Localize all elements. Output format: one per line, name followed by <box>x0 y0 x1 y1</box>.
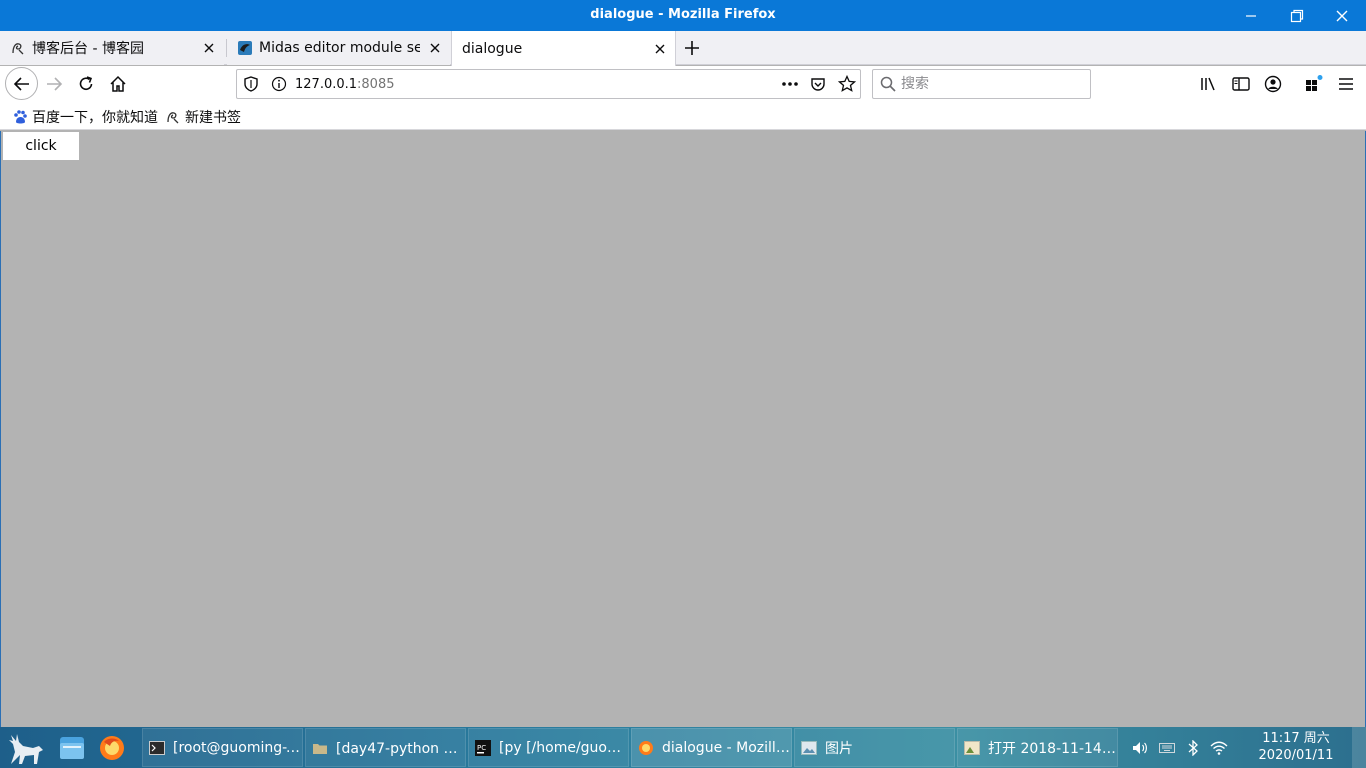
taskbar-task-image-viewer[interactable]: 打开 2018-11-14 1… <box>957 728 1118 767</box>
search-bar[interactable] <box>872 69 1091 99</box>
cnblogs-icon <box>10 40 26 56</box>
account-icon[interactable] <box>1263 75 1283 93</box>
window-titlebar: dialogue - Mozilla Firefox <box>0 0 1366 31</box>
plus-icon <box>685 41 699 55</box>
page-actions-icon[interactable] <box>781 76 799 92</box>
bookmark-star-icon[interactable] <box>838 75 856 93</box>
wifi-icon[interactable] <box>1210 739 1228 757</box>
info-icon[interactable] <box>271 76 287 92</box>
baidu-paw-icon <box>12 109 28 125</box>
forward-arrow-icon <box>47 77 63 91</box>
cnblogs-icon <box>165 109 181 125</box>
hamburger-menu-icon[interactable] <box>1337 75 1355 93</box>
tab-strip: 博客后台 - 博客园 Midas editor module security … <box>0 31 1366 66</box>
tab-dialogue[interactable]: dialogue <box>451 31 676 66</box>
minimize-icon <box>1246 15 1256 17</box>
clock-time: 11:17 周六 <box>1262 731 1330 746</box>
new-tab-button[interactable] <box>680 36 704 60</box>
task-label: [day47-python 全栈… <box>336 740 465 757</box>
sidebar-icon[interactable] <box>1231 75 1251 93</box>
search-input[interactable] <box>901 75 1081 93</box>
tab-close-icon[interactable] <box>200 39 218 57</box>
firefox-icon <box>638 740 654 756</box>
folder-icon <box>312 740 328 756</box>
pocket-icon[interactable] <box>810 76 826 92</box>
back-arrow-icon <box>13 76 29 91</box>
forward-button[interactable] <box>39 69 69 99</box>
pycharm-icon: PC <box>475 739 491 756</box>
reload-icon <box>79 76 93 90</box>
tab-label: Midas editor module security <box>259 40 420 56</box>
firefox-icon <box>100 736 124 760</box>
home-icon <box>110 75 126 92</box>
tracking-shield-icon[interactable] <box>243 76 259 92</box>
svg-text:PC: PC <box>477 744 486 752</box>
url-bar[interactable]: 127.0.0.1:8085 <box>236 69 861 99</box>
search-icon <box>880 76 896 92</box>
click-button[interactable]: click <box>3 132 79 160</box>
task-label: 打开 2018-11-14 1… <box>988 740 1117 757</box>
start-menu-button[interactable] <box>6 729 46 767</box>
file-manager-launcher[interactable] <box>55 731 89 765</box>
midas-icon <box>237 40 253 56</box>
clock-date: 2020/01/11 <box>1258 748 1334 763</box>
task-label: 图片 <box>825 740 853 757</box>
url-port: :8085 <box>357 77 395 92</box>
tab-label: dialogue <box>462 40 523 57</box>
restore-icon <box>1290 9 1304 23</box>
bookmark-label: 百度一下，你就知道 <box>32 110 158 126</box>
tab-close-icon[interactable] <box>651 40 669 58</box>
keyboard-icon[interactable] <box>1158 739 1176 757</box>
restore-button[interactable] <box>1286 5 1308 27</box>
tab-midas[interactable]: Midas editor module security <box>227 31 450 65</box>
deer-logo-icon <box>9 734 43 764</box>
taskbar-task-terminal[interactable]: [root@guoming-Th… <box>142 728 303 767</box>
close-icon <box>1336 10 1348 22</box>
task-label: dialogue - Mozilla … <box>662 739 791 756</box>
reload-button[interactable] <box>71 69 101 99</box>
extensions-icon[interactable] <box>1304 74 1324 94</box>
task-label: [root@guoming-Th… <box>173 739 302 756</box>
volume-icon[interactable] <box>1131 739 1149 757</box>
file-manager-icon <box>60 737 84 759</box>
navigation-toolbar: 127.0.0.1:8085 <box>0 66 1366 102</box>
taskbar-task-firefox[interactable]: dialogue - Mozilla … <box>631 728 792 767</box>
tab-close-icon[interactable] <box>426 39 444 57</box>
bookmarks-toolbar: 百度一下，你就知道 新建书签 <box>0 102 1366 130</box>
url-host: 127.0.0.1 <box>295 77 358 92</box>
tab-cnblogs[interactable]: 博客后台 - 博客园 <box>0 31 224 65</box>
back-button[interactable] <box>5 67 38 100</box>
bookmark-baidu[interactable]: 百度一下，你就知道 <box>12 107 158 127</box>
bluetooth-icon[interactable] <box>1184 739 1202 757</box>
taskbar-task-folder[interactable]: [day47-python 全栈… <box>305 728 466 767</box>
taskbar-task-pycharm[interactable]: PC [py [/home/guomin… <box>468 728 629 767</box>
taskbar-clock[interactable]: 11:17 周六 2020/01/11 <box>1252 730 1340 764</box>
image-viewer-icon <box>964 740 980 756</box>
terminal-icon <box>149 740 165 756</box>
home-button[interactable] <box>103 69 133 99</box>
bookmark-label: 新建书签 <box>185 110 241 126</box>
url-text[interactable]: 127.0.0.1:8085 <box>295 77 395 92</box>
minimize-button[interactable] <box>1240 5 1262 27</box>
window-title: dialogue - Mozilla Firefox <box>590 7 776 22</box>
close-window-button[interactable] <box>1331 5 1353 27</box>
library-icon[interactable] <box>1199 75 1219 93</box>
show-desktop-button[interactable] <box>1352 727 1366 768</box>
taskbar: [root@guoming-Th… [day47-python 全栈… PC [… <box>0 727 1366 768</box>
task-label: [py [/home/guomin… <box>499 739 628 756</box>
bookmark-new[interactable]: 新建书签 <box>165 107 241 127</box>
page-content: click <box>0 131 1366 727</box>
tab-label: 博客后台 - 博客园 <box>32 41 144 57</box>
firefox-launcher[interactable] <box>95 731 129 765</box>
taskbar-task-images[interactable]: 图片 <box>794 728 955 767</box>
image-icon <box>801 740 817 756</box>
